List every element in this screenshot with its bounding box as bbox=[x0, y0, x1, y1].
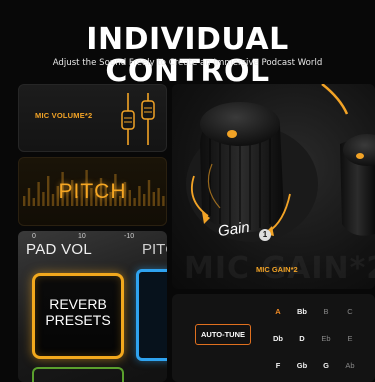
page-subtitle: Adjust the Sound Freely to Create an Imm… bbox=[52, 58, 323, 68]
key-note-f[interactable]: F bbox=[266, 361, 290, 370]
green-pad-button[interactable] bbox=[32, 367, 124, 382]
page-title: INDIVIDUAL CONTROL bbox=[86, 22, 289, 89]
mic-gain-label: MIC GAIN*2 bbox=[256, 265, 298, 274]
info-icon: 1 bbox=[259, 229, 271, 241]
key-note-ab[interactable]: Ab bbox=[338, 361, 362, 370]
blue-pad-button[interactable] bbox=[136, 269, 167, 361]
auto-tune-button[interactable]: AUTO-TUNE bbox=[195, 324, 251, 345]
key-note-a[interactable]: A bbox=[266, 307, 290, 316]
mic-volume-panel: MIC VOLUME*2 bbox=[18, 84, 167, 152]
pad-tick-label: 10 bbox=[78, 233, 86, 240]
key-note-eb[interactable]: Eb bbox=[314, 334, 338, 343]
pitch-pad-label: PITC bbox=[142, 241, 167, 258]
autotune-panel: AUTO-TUNE A Bb B C Db D Eb E F Gb G Ab bbox=[172, 294, 375, 382]
key-note-gb[interactable]: Gb bbox=[290, 361, 314, 370]
knob-panel: MIC GAIN*2 Gain 1 MIC GAIN*2 bbox=[172, 84, 375, 289]
key-note-bb[interactable]: Bb bbox=[290, 307, 314, 316]
gain-knob-icon[interactable] bbox=[172, 84, 375, 289]
pad-tick-label: -10 bbox=[124, 233, 135, 240]
key-note-d[interactable]: D bbox=[290, 334, 314, 343]
key-note-g[interactable]: G bbox=[314, 361, 338, 370]
key-note-db[interactable]: Db bbox=[266, 334, 290, 343]
key-note-c[interactable]: C bbox=[338, 307, 362, 316]
reverb-presets-label: REVERB PRESETS bbox=[45, 296, 111, 328]
mic-volume-label: MIC VOLUME*2 bbox=[35, 111, 93, 120]
pitch-label: PITCH bbox=[58, 180, 127, 203]
key-note-e[interactable]: E bbox=[338, 334, 362, 343]
pitch-panel: PITCH bbox=[18, 157, 167, 226]
key-note-b[interactable]: B bbox=[314, 307, 338, 316]
fader-icon bbox=[121, 93, 155, 145]
pad-tick-label: 0 bbox=[32, 233, 36, 240]
header: INDIVIDUAL CONTROL Adjust the Sound Free… bbox=[0, 0, 375, 88]
pad-vol-label: PAD VOL bbox=[26, 241, 93, 258]
reverb-presets-button[interactable]: REVERB PRESETS bbox=[32, 273, 124, 359]
pad-panel: 0 10 -10 PAD VOL PITC REVERB PRESETS bbox=[18, 231, 167, 382]
